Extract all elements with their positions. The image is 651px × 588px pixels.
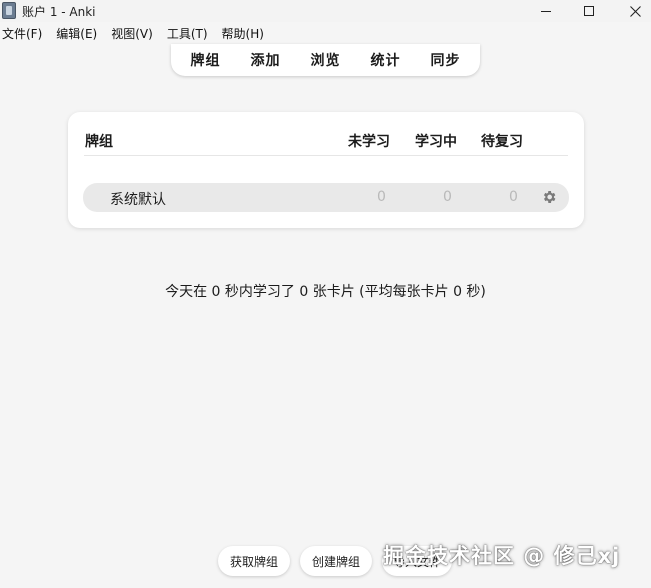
toolbar-add[interactable]: 添加 xyxy=(236,50,296,70)
maximize-icon xyxy=(584,6,594,16)
header-learning: 学习中 xyxy=(415,134,457,150)
toolbar-sync[interactable]: 同步 xyxy=(416,50,476,70)
header-deck: 牌组 xyxy=(85,134,113,150)
toolbar-stats[interactable]: 统计 xyxy=(356,50,416,70)
close-button[interactable] xyxy=(612,0,651,22)
deck-learning-count: 0 xyxy=(443,189,452,205)
deck-new-count: 0 xyxy=(377,189,386,205)
deck-list-card: 牌组 未学习 学习中 待复习 系统默认 0 0 0 xyxy=(68,112,584,228)
close-icon xyxy=(629,5,641,17)
minimize-icon xyxy=(541,10,551,12)
window-title: 账户 1 - Anki xyxy=(22,5,96,19)
menu-view[interactable]: 视图(V) xyxy=(111,25,153,42)
watermark: 掘金技术社区 @ 修己xj xyxy=(383,544,621,568)
deck-due-count: 0 xyxy=(509,189,518,205)
gear-icon[interactable] xyxy=(541,189,557,205)
menu-file[interactable]: 文件(F) xyxy=(2,25,42,42)
menu-edit[interactable]: 编辑(E) xyxy=(56,25,97,42)
menu-tools[interactable]: 工具(T) xyxy=(167,25,208,42)
deck-name-link[interactable]: 系统默认 xyxy=(110,189,166,209)
menu-help[interactable]: 帮助(H) xyxy=(222,25,264,42)
deck-table-header: 牌组 未学习 学习中 待复习 xyxy=(84,130,568,156)
header-due: 待复习 xyxy=(481,134,523,150)
study-stats-text: 今天在 0 秒内学习了 0 张卡片 (平均每张卡片 0 秒) xyxy=(165,284,486,300)
anki-app-icon[interactable] xyxy=(2,2,16,19)
menu-bar: 文件(F) 编辑(E) 视图(V) 工具(T) 帮助(H) xyxy=(0,24,651,43)
minimize-button[interactable] xyxy=(523,0,569,22)
title-bar: 账户 1 - Anki xyxy=(0,0,651,22)
create-deck-button[interactable]: 创建牌组 xyxy=(300,546,372,576)
maximize-button[interactable] xyxy=(566,0,612,22)
toolbar-browse[interactable]: 浏览 xyxy=(296,50,356,70)
header-new: 未学习 xyxy=(348,134,390,150)
main-toolbar: 牌组 添加 浏览 统计 同步 xyxy=(171,44,480,76)
deck-row[interactable]: 系统默认 0 0 0 xyxy=(83,183,569,212)
get-shared-button[interactable]: 获取牌组 xyxy=(218,546,290,576)
toolbar-decks[interactable]: 牌组 xyxy=(176,50,236,70)
